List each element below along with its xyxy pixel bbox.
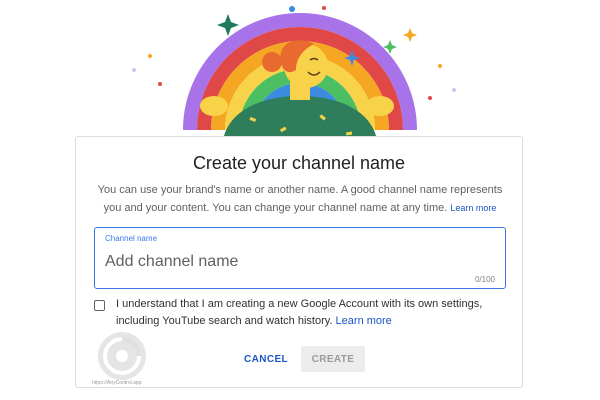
description-text: You can use your brand's name or another…	[97, 184, 503, 214]
create-button[interactable]: CREATE	[301, 346, 365, 372]
consent-learn-more-link[interactable]: Learn more	[336, 315, 392, 327]
channel-name-input[interactable]	[103, 250, 467, 274]
rainbow-person-illustration	[132, 6, 456, 150]
channel-name-label: Channel name	[105, 234, 158, 243]
learn-more-link[interactable]: Learn more	[450, 203, 496, 213]
consent-label: I understand that I am creating a new Go…	[116, 298, 483, 327]
character-counter: 0/100	[474, 275, 495, 284]
consent-checkbox[interactable]	[94, 300, 105, 311]
page: Create your channel name You can use you…	[0, 0, 600, 400]
consent-text: I understand that I am creating a new Go…	[116, 296, 511, 330]
cancel-button[interactable]: CANCEL	[236, 346, 296, 372]
anycontrol-logo-icon	[98, 332, 146, 380]
watermark-text: https://AnyControl.app	[92, 380, 142, 386]
dialog-title: Create your channel name	[192, 153, 406, 173]
channel-name-field[interactable]: Channel name 0/100	[94, 227, 506, 289]
dialog-description: You can use your brand's name or another…	[90, 181, 510, 217]
